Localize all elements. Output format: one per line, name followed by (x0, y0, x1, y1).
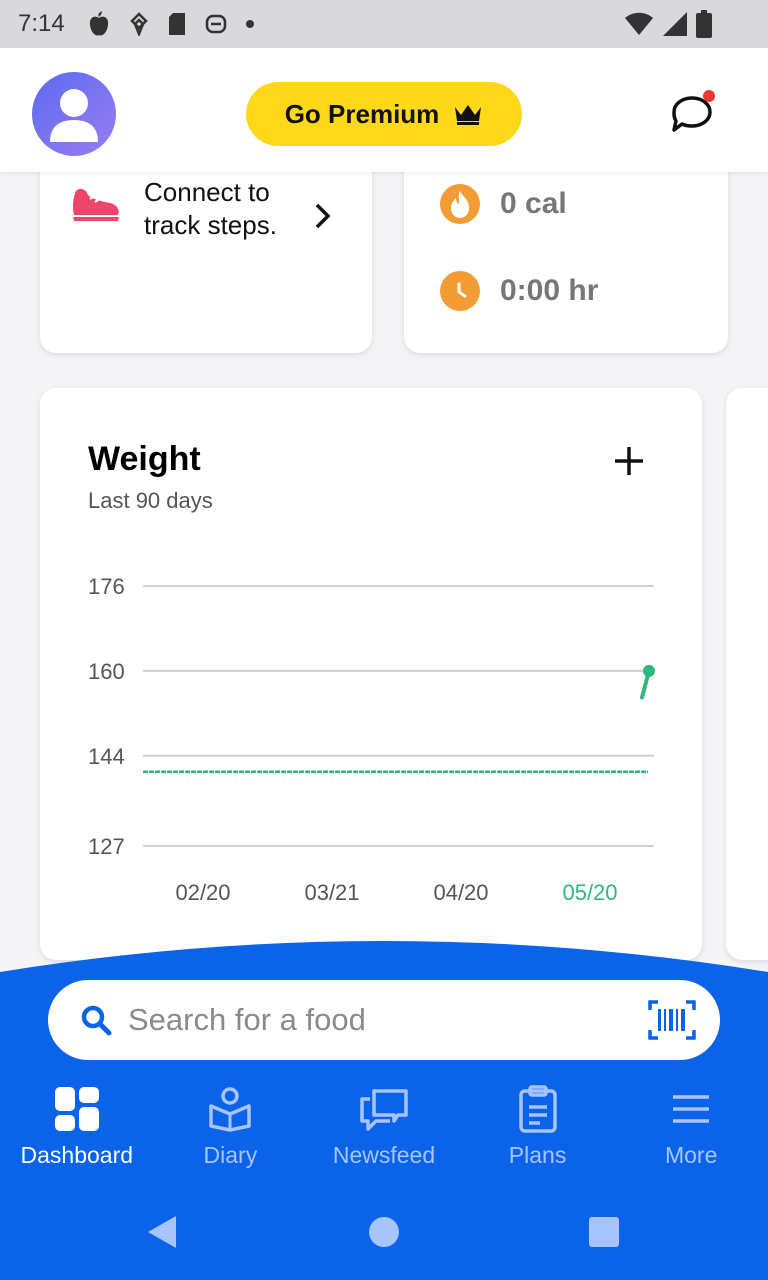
search-icon (81, 1005, 112, 1036)
dot-icon (245, 19, 255, 29)
home-button[interactable] (368, 1214, 400, 1255)
barcode-icon (648, 1000, 696, 1040)
clock-icon (440, 271, 480, 311)
nav-label-newsfeed: Newsfeed (332, 1142, 436, 1168)
barcode-scan-button[interactable] (648, 1000, 696, 1045)
weight-card[interactable]: Weight Last 90 days 176 160 144 127 02/20 03/… (40, 388, 702, 960)
bottom-nav: Dashboard Diary Newsfeed Plans More (0, 1084, 768, 1180)
bot-icon (205, 12, 227, 36)
nav-label-more: More (664, 1142, 718, 1168)
nav-dashboard[interactable]: Dashboard (0, 1084, 154, 1180)
nav-more[interactable]: More (614, 1084, 768, 1180)
app-header: Go Premium (0, 48, 768, 172)
chart-y-tick-label: 144 (88, 744, 125, 769)
diary-icon (208, 1084, 252, 1134)
dashboard-icon (53, 1084, 101, 1134)
duration-value: 0:00 hr (500, 274, 599, 307)
connect-steps-text: Connect to track steps. (144, 177, 277, 240)
nav-newsfeed[interactable]: Newsfeed (307, 1084, 461, 1180)
nav-plans[interactable]: Plans (461, 1084, 615, 1180)
chevron-right-icon (310, 202, 334, 235)
data-saver-icon (129, 12, 149, 36)
go-premium-button[interactable]: Go Premium (246, 82, 522, 146)
chart-data-point (643, 664, 655, 677)
nav-diary[interactable]: Diary (154, 1084, 308, 1180)
recents-button[interactable] (588, 1214, 620, 1255)
chart-x-tick-label: 02/20 (175, 880, 230, 905)
chart-y-tick-label: 127 (88, 834, 125, 859)
system-nav-bar (0, 1196, 768, 1268)
chart-y-tick-label: 176 (88, 574, 125, 599)
search-placeholder: Search for a food (128, 1002, 366, 1037)
person-icon (50, 89, 98, 142)
chart-x-tick-label: 03/21 (304, 880, 359, 905)
recents-square-icon (589, 1217, 619, 1247)
go-premium-label: Go Premium (284, 98, 440, 129)
calories-value: 0 cal (500, 187, 567, 220)
signal-icon (662, 11, 688, 44)
menu-icon (671, 1084, 711, 1134)
nav-label-dashboard: Dashboard (20, 1142, 134, 1168)
calories-row: 0 cal (440, 184, 567, 224)
shoe-icon (70, 185, 122, 230)
nav-label-plans: Plans (508, 1142, 567, 1168)
next-card-peek[interactable] (726, 388, 768, 960)
home-circle-icon (369, 1217, 399, 1247)
nav-label-diary: Diary (203, 1142, 258, 1168)
avatar[interactable] (32, 72, 116, 156)
apple-icon (87, 11, 111, 37)
food-search-bar[interactable]: Search for a food (48, 980, 720, 1060)
chat-icon (672, 90, 715, 132)
crown-icon (455, 105, 482, 125)
chart-y-tick-label: 160 (88, 659, 125, 684)
back-button[interactable] (144, 1214, 180, 1255)
status-time: 7:14 (18, 10, 65, 37)
sd-card-icon (167, 12, 187, 36)
weight-chart: 176 160 144 127 02/20 03/21 04/20 05/20 (88, 574, 655, 905)
plans-icon (518, 1084, 558, 1134)
chart-x-tick-label: 04/20 (433, 880, 488, 905)
newsfeed-icon (360, 1084, 408, 1134)
back-triangle-icon (148, 1216, 176, 1248)
battery-icon (696, 10, 712, 45)
chart-x-tick-label: 05/20 (562, 880, 617, 905)
wifi-icon (624, 11, 654, 44)
messages-button[interactable] (668, 90, 716, 138)
duration-row: 0:00 hr (440, 271, 598, 311)
status-bar: 7:14 (0, 0, 768, 48)
flame-icon (440, 184, 480, 224)
